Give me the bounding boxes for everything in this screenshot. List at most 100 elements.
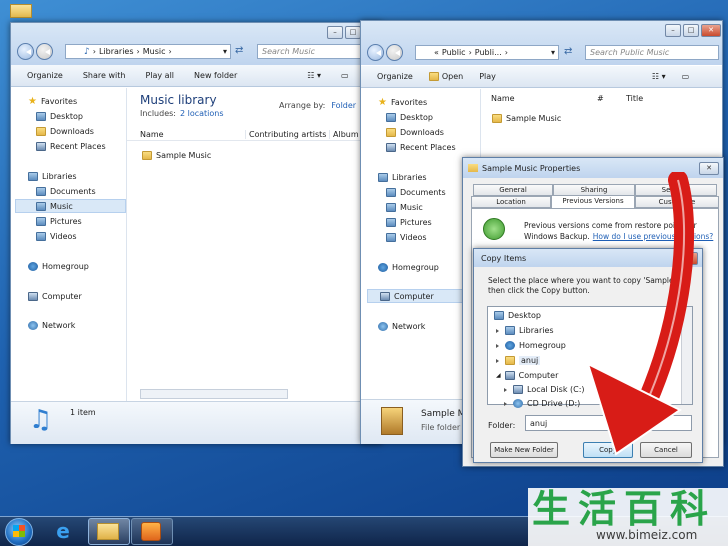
documents-icon xyxy=(386,188,396,197)
column-number[interactable]: # xyxy=(597,94,604,103)
nav-downloads[interactable]: Downloads xyxy=(386,128,444,137)
organize-menu[interactable]: Organize xyxy=(377,72,413,81)
nav-network[interactable]: Network xyxy=(378,322,425,331)
chevron-down-icon[interactable]: ▾ xyxy=(223,47,227,56)
desktop-folder-icon[interactable] xyxy=(10,4,32,18)
nav-desktop[interactable]: Desktop xyxy=(36,112,83,121)
collapse-icon[interactable]: ◢ xyxy=(496,372,501,379)
column-title[interactable]: Title xyxy=(626,94,643,103)
view-options-icon[interactable]: ☷ ▾ xyxy=(652,72,666,81)
breadcrumb-public[interactable]: Public xyxy=(442,48,466,57)
open-folder-icon xyxy=(428,72,439,81)
left-forward-button[interactable] xyxy=(36,43,53,60)
nav-downloads[interactable]: Downloads xyxy=(36,127,94,136)
right-back-button[interactable] xyxy=(367,44,384,61)
tree-libraries[interactable]: Libraries xyxy=(496,326,554,335)
nav-music-selected[interactable]: Music xyxy=(15,199,126,213)
tab-general[interactable]: General xyxy=(473,184,553,196)
right-search-input[interactable]: Search Public Music xyxy=(585,45,719,60)
tree-desktop[interactable]: Desktop xyxy=(494,311,541,320)
preview-pane-icon[interactable]: ▭ xyxy=(341,71,349,80)
left-back-button[interactable] xyxy=(17,43,34,60)
nav-documents[interactable]: Documents xyxy=(386,188,446,197)
nav-libraries[interactable]: Libraries xyxy=(28,172,77,181)
right-forward-button[interactable] xyxy=(386,44,403,61)
desktop-icon xyxy=(36,112,46,121)
expand-icon[interactable] xyxy=(496,358,501,363)
libraries-icon xyxy=(28,172,38,181)
expand-icon[interactable] xyxy=(504,401,509,406)
details-name: Sample M xyxy=(421,409,466,419)
nav-recent-places[interactable]: Recent Places xyxy=(386,143,456,152)
nav-videos[interactable]: Videos xyxy=(36,232,77,241)
details-type: File folder xyxy=(421,423,461,432)
tree-anuj[interactable]: anuj xyxy=(496,356,541,365)
expand-icon[interactable] xyxy=(496,328,501,333)
column-name[interactable]: Name xyxy=(140,130,164,139)
horizontal-scrollbar[interactable] xyxy=(140,389,288,399)
nav-libraries[interactable]: Libraries xyxy=(378,173,427,182)
left-address-bar[interactable]: ♪ › Libraries › Music › ▾ xyxy=(65,44,231,59)
breadcrumb-libraries[interactable]: Libraries xyxy=(99,47,134,56)
column-album[interactable]: Album xyxy=(329,130,359,139)
open-button[interactable]: Open xyxy=(428,72,463,81)
expand-icon[interactable] xyxy=(496,343,501,348)
column-contributing-artists[interactable]: Contributing artists xyxy=(245,130,326,139)
left-maximize-button[interactable]: □ xyxy=(345,26,361,39)
explorer-icon xyxy=(97,523,119,540)
right-maximize-button[interactable]: □ xyxy=(683,24,699,37)
red-arrow-annotation xyxy=(586,172,695,456)
nav-pictures[interactable]: Pictures xyxy=(386,218,432,227)
column-name[interactable]: Name xyxy=(491,94,515,103)
share-with-menu[interactable]: Share with xyxy=(83,71,126,80)
nav-recent-places[interactable]: Recent Places xyxy=(36,142,106,151)
nav-favorites[interactable]: ★ Favorites xyxy=(378,98,427,108)
pictures-icon xyxy=(36,217,46,226)
arrange-by-dropdown[interactable]: Folder xyxy=(331,101,356,110)
network-icon xyxy=(28,321,38,330)
nav-homegroup[interactable]: Homegroup xyxy=(28,262,89,271)
desktop-icon xyxy=(494,311,504,320)
nav-favorites[interactable]: ★ Favorites xyxy=(28,97,77,107)
expand-icon[interactable] xyxy=(504,387,509,392)
recent-places-icon xyxy=(386,143,396,152)
details-folder-icon xyxy=(381,407,403,435)
nav-music[interactable]: Music xyxy=(386,203,423,212)
new-folder-button[interactable]: New folder xyxy=(194,71,237,80)
music-library-icon: ♫ xyxy=(29,405,53,435)
breadcrumb-overflow[interactable]: « xyxy=(434,48,439,57)
nav-homegroup[interactable]: Homegroup xyxy=(378,263,439,272)
computer-icon xyxy=(28,292,38,301)
left-search-input[interactable]: Search Music xyxy=(257,44,375,59)
refresh-icon[interactable]: ⇄ xyxy=(235,45,243,56)
right-close-button[interactable]: ✕ xyxy=(701,24,721,37)
tree-computer[interactable]: ◢ Computer xyxy=(496,371,558,380)
internet-explorer-icon[interactable]: e xyxy=(52,520,74,542)
nav-desktop[interactable]: Desktop xyxy=(386,113,433,122)
preview-pane-icon[interactable]: ▭ xyxy=(682,72,690,81)
make-new-folder-button[interactable]: Make New Folder xyxy=(490,442,558,458)
list-item[interactable]: Sample Music xyxy=(142,151,211,160)
nav-documents[interactable]: Documents xyxy=(36,187,96,196)
computer-icon xyxy=(380,291,390,301)
list-item[interactable]: Sample Music xyxy=(492,114,561,123)
breadcrumb-public-music[interactable]: Publi... xyxy=(475,48,502,57)
left-minimize-button[interactable]: – xyxy=(327,26,343,39)
windows-logo-icon xyxy=(13,525,25,537)
nav-videos[interactable]: Videos xyxy=(386,233,427,242)
locations-link[interactable]: 2 locations xyxy=(180,109,224,118)
nav-computer[interactable]: Computer xyxy=(28,292,82,301)
organize-menu[interactable]: Organize xyxy=(27,71,63,80)
view-options-icon[interactable]: ☷ ▾ xyxy=(307,71,321,80)
tree-homegroup[interactable]: Homegroup xyxy=(496,341,566,350)
tab-location[interactable]: Location xyxy=(471,196,551,208)
refresh-icon[interactable]: ⇄ xyxy=(564,46,572,57)
play-button[interactable]: Play xyxy=(479,72,496,81)
right-minimize-button[interactable]: – xyxy=(665,24,681,37)
chevron-down-icon[interactable]: ▾ xyxy=(551,48,555,57)
right-address-bar[interactable]: « Public › Publi... › ▾ xyxy=(415,45,559,60)
nav-network[interactable]: Network xyxy=(28,321,75,330)
play-all-button[interactable]: Play all xyxy=(145,71,174,80)
nav-pictures[interactable]: Pictures xyxy=(36,217,82,226)
breadcrumb-music[interactable]: Music xyxy=(143,47,166,56)
